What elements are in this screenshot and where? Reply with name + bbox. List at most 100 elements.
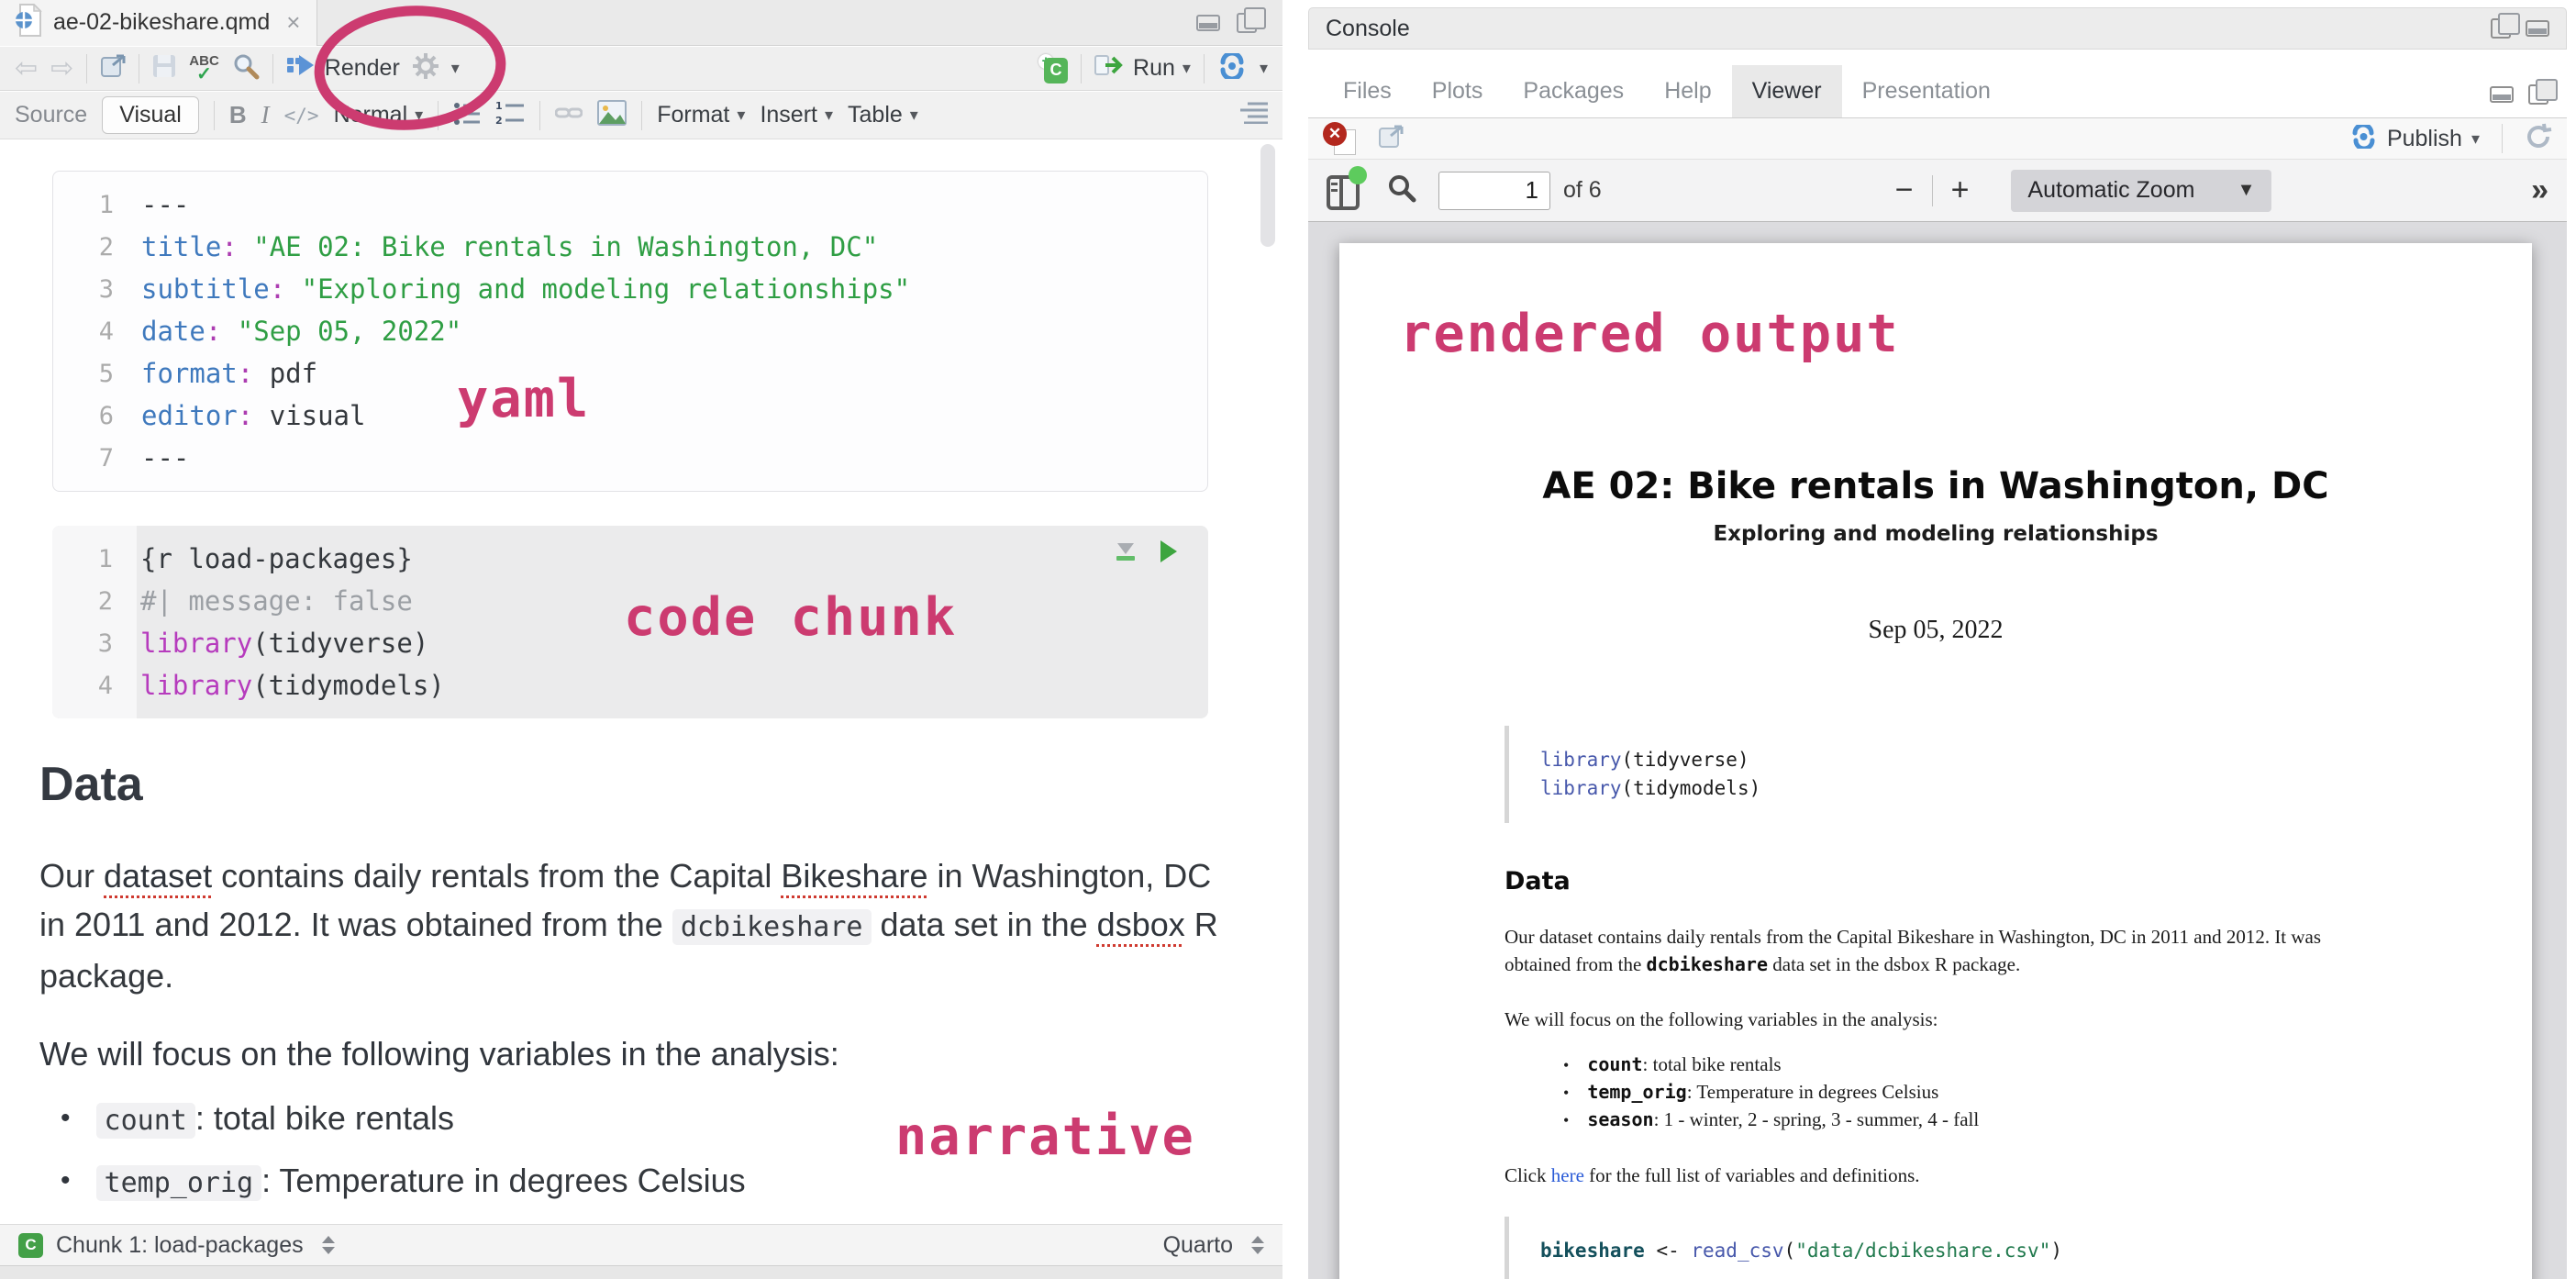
toolbar-separator <box>1081 54 1082 83</box>
zoom-in-icon[interactable]: + <box>1933 172 1988 208</box>
table-menu[interactable]: Table ▾ <box>848 102 918 128</box>
tab-close-icon[interactable]: × <box>286 8 300 37</box>
console-title: Console <box>1326 16 1410 42</box>
link-icon[interactable] <box>555 101 583 129</box>
pdf-toolbar: of 6 − + Automatic Zoom ▼ » <box>1308 160 2567 222</box>
sync-options-caret-icon[interactable]: ▾ <box>1260 59 1268 78</box>
tab-title: ae-02-bikeshare.qmd <box>53 9 270 36</box>
console-header[interactable]: Console <box>1308 7 2567 50</box>
pdf-tools-expand-icon[interactable]: » <box>2531 172 2548 208</box>
pdf-viewer-area[interactable]: rendered output AE 02: Bike rentals in W… <box>1308 222 2567 1279</box>
annotation-narrative-label: narrative <box>895 1107 1195 1167</box>
pdf-sidebar-toggle-icon[interactable] <box>1327 172 1363 210</box>
render-button[interactable]: Render <box>286 53 400 83</box>
gear-icon[interactable] <box>413 53 439 83</box>
pane-window-controls <box>1196 13 1257 33</box>
pdf-heading-data: Data <box>1505 867 2367 895</box>
bulleted-list-icon[interactable] <box>453 101 481 129</box>
toolbar-separator <box>539 101 540 130</box>
inline-code-button[interactable]: </> <box>284 105 319 127</box>
console-restore-icon[interactable] <box>2491 18 2511 39</box>
list-item: •season: 1 - winter, 2 - spring, 3 - sum… <box>1563 1107 2367 1134</box>
pdf-paragraph: Our dataset contains daily rentals from … <box>1505 923 2367 978</box>
toolbar-separator <box>272 54 273 83</box>
visual-mode-button[interactable]: Visual <box>102 96 199 134</box>
pdf-code-block: bikeshare <- read_csv("data/dcbikeshare.… <box>1505 1217 2367 1279</box>
right-column: Console Files Plots Packages Help Viewer… <box>1295 0 2576 1279</box>
maximize-pane-icon[interactable] <box>1237 13 1257 33</box>
publish-button[interactable]: Publish ▾ <box>2350 125 2480 153</box>
status-dot <box>1349 166 1367 184</box>
source-pane: ae-02-bikeshare.qmd × ⇦ ⇨ <box>0 0 1282 1279</box>
tab-help[interactable]: Help <box>1644 65 1731 117</box>
open-in-new-window-icon[interactable] <box>100 54 126 83</box>
toolbar-separator <box>2502 124 2503 153</box>
run-button[interactable]: Run ▾ <box>1094 53 1191 83</box>
yaml-block[interactable]: 1---2title: "AE 02: Bike rentals in Wash… <box>52 171 1208 492</box>
popout-viewer-icon[interactable] <box>1378 125 1404 153</box>
zoom-out-icon[interactable]: − <box>1877 172 1932 208</box>
clear-viewer-icon[interactable]: ✕ <box>1323 122 1356 155</box>
numbered-list-icon[interactable]: 1 2 <box>495 100 525 130</box>
image-icon[interactable] <box>597 100 627 130</box>
tab-ae-02-bikeshare[interactable]: ae-02-bikeshare.qmd × <box>0 0 317 46</box>
format-menu[interactable]: Format ▾ <box>657 102 745 128</box>
toolbar-separator <box>86 54 87 83</box>
search-icon[interactable] <box>232 52 260 84</box>
mode-spinner-icon[interactable] <box>1251 1236 1264 1254</box>
console-maximize-icon[interactable] <box>2526 20 2549 37</box>
publish-sync-icon <box>2350 125 2378 153</box>
pdf-paragraph: We will focus on the following variables… <box>1505 1006 2367 1033</box>
viewer-toolbar: ✕ Publish ▾ <box>1308 118 2567 160</box>
bold-button[interactable]: B <box>229 101 247 129</box>
source-mode-button[interactable]: Source <box>15 102 87 128</box>
viewer-minimize-icon[interactable] <box>2490 86 2514 103</box>
insert-chunk-icon[interactable]: + C <box>1038 54 1068 83</box>
insert-menu[interactable]: Insert ▾ <box>760 102 833 128</box>
viewer-maximize-icon[interactable] <box>2528 84 2548 105</box>
workspace-tabstrip: Files Plots Packages Help Viewer Present… <box>1308 66 2567 118</box>
pdf-subtitle: Exploring and modeling relationships <box>1505 522 2367 546</box>
italic-button[interactable]: I <box>261 101 270 129</box>
pdf-date: Sep 05, 2022 <box>1505 616 2367 645</box>
editor-scrollbar[interactable] <box>1260 144 1275 247</box>
annotation-rendered-output-label: rendered output <box>1400 304 1900 364</box>
annotation-yaml-label: yaml <box>457 369 590 429</box>
document-mode-label[interactable]: Quarto <box>1163 1232 1233 1259</box>
editor-heading-data: Data <box>39 757 143 812</box>
editor-paragraph: We will focus on the following variables… <box>39 1035 1223 1073</box>
tab-packages[interactable]: Packages <box>1503 65 1644 117</box>
outline-icon[interactable] <box>1240 102 1268 128</box>
render-options-caret-icon[interactable]: ▾ <box>451 59 460 78</box>
format-caret-icon: ▾ <box>737 106 745 125</box>
save-icon[interactable] <box>152 54 176 83</box>
visual-editor-format-bar: Source Visual B I </> Normal ▾ 1 2 <box>0 92 1282 139</box>
pdf-search-icon[interactable] <box>1387 173 1416 207</box>
minimize-pane-icon[interactable] <box>1196 15 1220 31</box>
pdf-bullet-list: •count: total bike rentals•temp_orig: Te… <box>1505 1051 2367 1134</box>
pdf-code-block: library(tidyverse)library(tidymodels) <box>1505 726 2367 823</box>
editor-toolbar: ⇦ ⇨ ABC ✓ <box>0 47 1282 91</box>
pdf-content: AE 02: Bike rentals in Washington, DC Ex… <box>1339 243 2532 1279</box>
tab-plots[interactable]: Plots <box>1412 65 1504 117</box>
run-chunks-above-icon[interactable] <box>1116 543 1135 561</box>
spellcheck-icon[interactable]: ABC ✓ <box>189 54 219 83</box>
pdf-page: rendered output AE 02: Bike rentals in W… <box>1339 243 2532 1279</box>
pdf-page-input[interactable] <box>1438 172 1550 210</box>
tab-viewer[interactable]: Viewer <box>1732 65 1842 117</box>
forward-icon[interactable]: ⇨ <box>50 52 73 84</box>
back-icon[interactable]: ⇦ <box>15 52 38 84</box>
chunk-nav-spinner-icon[interactable] <box>322 1236 335 1254</box>
chunk-location-label[interactable]: Chunk 1: load-packages <box>56 1232 304 1259</box>
source-sync-icon[interactable] <box>1217 53 1247 83</box>
visual-editor-canvas[interactable]: 1---2title: "AE 02: Bike rentals in Wash… <box>0 140 1282 1224</box>
pdf-zoom-controls: − + <box>1877 172 1988 208</box>
pdf-zoom-select[interactable]: Automatic Zoom ▼ <box>2011 170 2271 212</box>
svg-text:2: 2 <box>495 115 503 126</box>
tab-presentation[interactable]: Presentation <box>1842 65 2011 117</box>
paragraph-style-dropdown[interactable]: Normal ▾ <box>334 102 424 128</box>
tab-files[interactable]: Files <box>1323 65 1412 117</box>
list-item: •temp_orig: Temperature in degrees Celsi… <box>1563 1079 2367 1107</box>
refresh-icon[interactable] <box>2525 123 2552 155</box>
run-chunk-icon[interactable] <box>1160 540 1177 562</box>
